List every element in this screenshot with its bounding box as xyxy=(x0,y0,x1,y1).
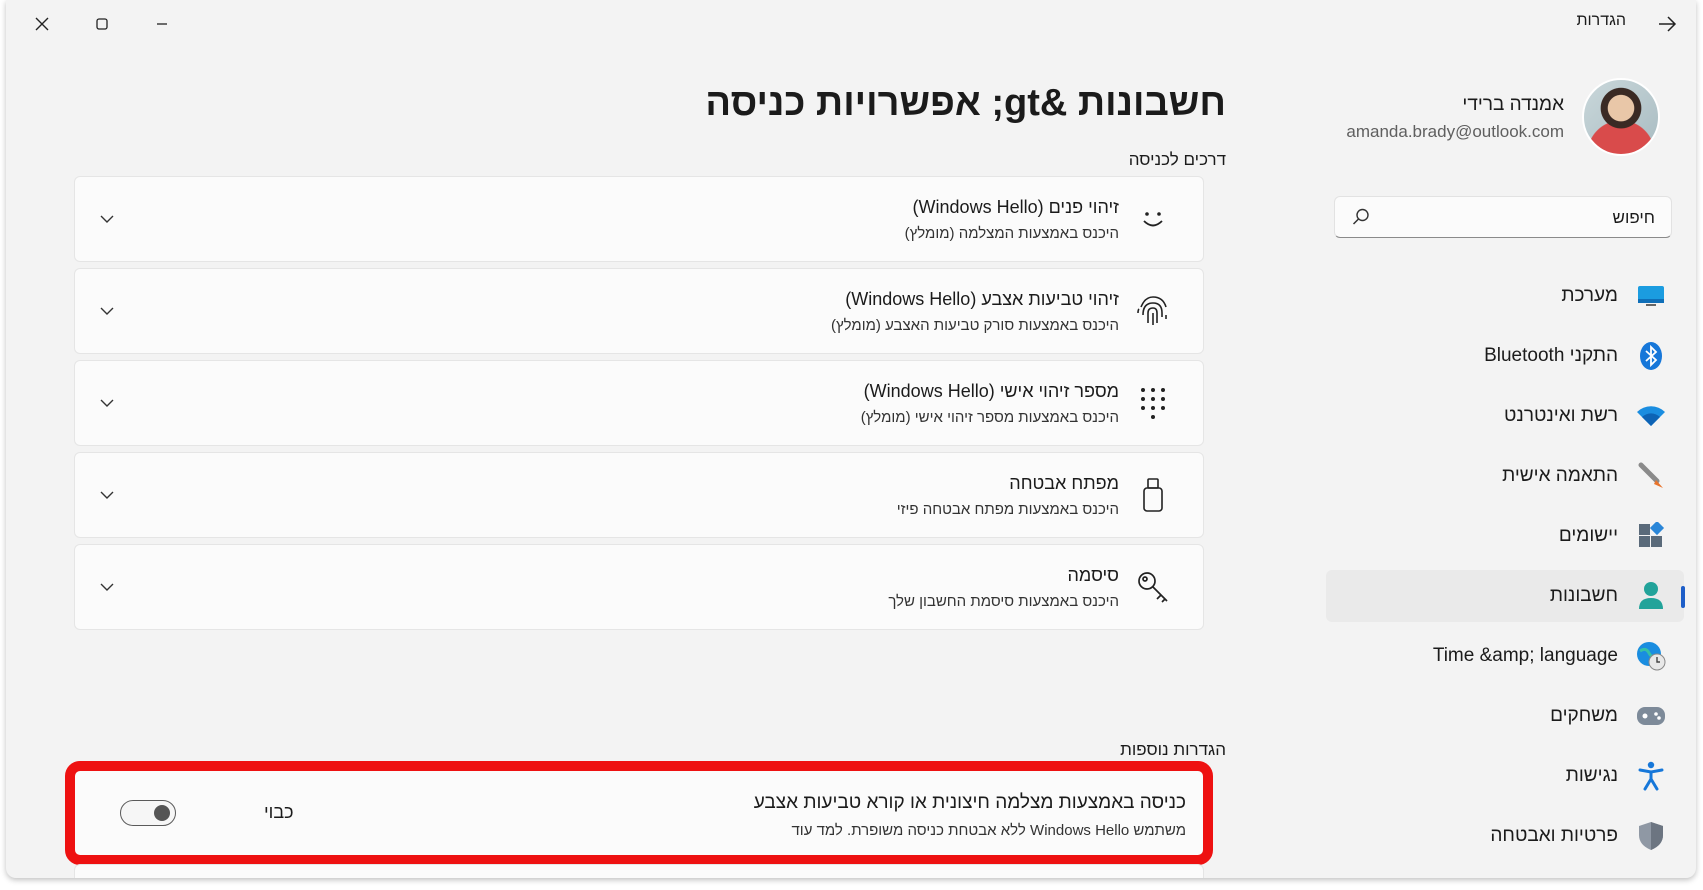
option-subtitle: היכנס באמצעות סורק טביעות האצבע (מומלץ) xyxy=(831,317,1119,334)
maximize-button[interactable] xyxy=(84,8,120,40)
option-subtitle: היכנס באמצעות סיסמת החשבון שלך xyxy=(888,593,1119,610)
fingerprint-icon xyxy=(1133,291,1173,331)
person-icon xyxy=(1636,581,1666,611)
sidebar-item-time-language[interactable]: Time &amp; language xyxy=(1326,630,1684,682)
option-subtitle: היכנס באמצעות מפתח אבטחה פיזי xyxy=(896,501,1119,518)
option-subtitle: היכנס באמצעות מספר זיהוי אישי (מומלץ) xyxy=(860,409,1119,426)
option-pin[interactable]: מספר זיהוי אישי (Windows Hello) היכנס בא… xyxy=(74,360,1204,446)
sidebar-item-gaming[interactable]: משחקים xyxy=(1326,690,1684,742)
wifi-icon xyxy=(1636,401,1666,431)
page-title: חשבונות &gt; אפשרויות כניסה xyxy=(705,82,1226,124)
search-icon xyxy=(1352,208,1369,225)
sidebar-item-label: יישומים xyxy=(1558,525,1618,546)
chevron-down-icon[interactable] xyxy=(97,485,117,505)
sidebar-item-label: התקני Bluetooth xyxy=(1484,345,1618,366)
option-title: סיסמה xyxy=(1067,565,1119,585)
external-device-setting: כניסה באמצעות מצלמה חיצונית או קורא טביע… xyxy=(65,761,1213,865)
toggle-knob xyxy=(154,805,170,821)
option-password[interactable]: סיסמה היכנס באמצעות סיסמת החשבון שלך xyxy=(74,544,1204,630)
sidebar-nav: מערכת התקני Bluetooth רשת ואינטרנט התאמה… xyxy=(1326,270,1685,870)
app-title: הגדרות xyxy=(1576,12,1626,29)
keypad-icon xyxy=(1133,383,1173,423)
section-label-ways: דרכים לכניסה xyxy=(1128,150,1226,169)
key-icon xyxy=(1133,567,1173,607)
search-input[interactable] xyxy=(1403,205,1657,231)
sidebar-item-accessibility[interactable]: נגישות xyxy=(1326,750,1684,802)
toggle-state-label: כבוי xyxy=(264,802,294,822)
monitor-icon xyxy=(1636,281,1666,311)
sidebar-item-label: רשת ואינטרנט xyxy=(1504,405,1618,426)
minimize-icon xyxy=(157,23,167,25)
setting-subtitle[interactable]: משתמש Windows Hello ללא אבטחת כניסה משופ… xyxy=(791,822,1186,839)
option-title: זיהוי טביעות אצבע (Windows Hello) xyxy=(845,289,1119,309)
accessibility-icon xyxy=(1636,761,1666,791)
chevron-down-icon[interactable] xyxy=(97,209,117,229)
bluetooth-icon xyxy=(1636,341,1666,371)
apps-icon xyxy=(1636,521,1666,551)
title-bar: הגדרות xyxy=(6,0,1696,48)
option-title: מספר זיהוי אישי (Windows Hello) xyxy=(863,381,1119,401)
setting-title: כניסה באמצעות מצלמה חיצונית או קורא טביע… xyxy=(753,792,1186,813)
avatar xyxy=(1582,78,1660,156)
option-face-recognition[interactable]: זיהוי פנים (Windows Hello) היכנס באמצעות… xyxy=(74,176,1204,262)
option-subtitle: היכנס באמצעות המצלמה (מומלץ) xyxy=(904,225,1119,242)
sidebar-item-label: פרטיות ואבטחה xyxy=(1490,825,1618,846)
external-device-toggle[interactable] xyxy=(120,800,176,826)
globe-clock-icon xyxy=(1636,641,1666,671)
sidebar-item-accounts[interactable]: חשבונות xyxy=(1326,570,1685,622)
arrow-right-icon xyxy=(1659,16,1677,32)
user-profile[interactable]: אמנדה ברידי amanda.brady@outlook.com xyxy=(1300,78,1660,158)
option-title: זיהוי פנים (Windows Hello) xyxy=(912,197,1119,217)
close-icon xyxy=(35,17,49,31)
sidebar-item-system[interactable]: מערכת xyxy=(1326,270,1684,322)
brush-icon xyxy=(1636,461,1666,491)
profile-name: אמנדה ברידי xyxy=(1462,94,1564,115)
option-title: מפתח אבטחה xyxy=(1009,473,1119,493)
next-card-edge xyxy=(74,864,1204,878)
sidebar-item-privacy[interactable]: פרטיות ואבטחה xyxy=(1326,810,1684,862)
option-fingerprint[interactable]: זיהוי טביעות אצבע (Windows Hello) היכנס … xyxy=(74,268,1204,354)
sidebar-item-label: משחקים xyxy=(1550,705,1618,726)
shield-icon xyxy=(1636,821,1666,851)
sidebar-item-personalization[interactable]: התאמה אישית xyxy=(1326,450,1684,502)
sidebar-item-label: מערכת xyxy=(1561,285,1618,306)
sidebar-item-label: Time &amp; language xyxy=(1432,645,1618,666)
section-label-additional: הגדרות נוספות xyxy=(1120,740,1226,759)
settings-window: הגדרות אמנדה ברידי amanda.brady@outlook.… xyxy=(6,0,1696,878)
chevron-down-icon[interactable] xyxy=(97,301,117,321)
back-button[interactable] xyxy=(1652,10,1682,38)
chevron-down-icon[interactable] xyxy=(97,393,117,413)
usb-key-icon xyxy=(1133,475,1173,515)
option-security-key[interactable]: מפתח אבטחה היכנס באמצעות מפתח אבטחה פיזי xyxy=(74,452,1204,538)
sidebar-item-label: נגישות xyxy=(1565,765,1618,786)
maximize-icon xyxy=(96,18,108,30)
sidebar-item-label: חשבונות xyxy=(1549,585,1618,606)
search-box[interactable] xyxy=(1334,196,1672,238)
profile-email: amanda.brady@outlook.com xyxy=(1346,122,1564,141)
sidebar-item-bluetooth[interactable]: התקני Bluetooth xyxy=(1326,330,1684,382)
close-button[interactable] xyxy=(24,8,60,40)
gamepad-icon xyxy=(1636,701,1666,731)
sidebar-item-network[interactable]: רשת ואינטרנט xyxy=(1326,390,1684,442)
sidebar-item-label: התאמה אישית xyxy=(1502,465,1618,486)
chevron-down-icon[interactable] xyxy=(97,577,117,597)
sidebar-item-apps[interactable]: יישומים xyxy=(1326,510,1684,562)
minimize-button[interactable] xyxy=(144,8,180,40)
smiley-icon xyxy=(1133,199,1173,239)
